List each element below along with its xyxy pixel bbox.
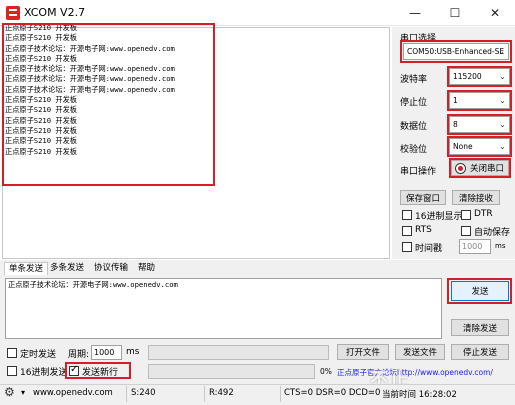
close-port-highlight	[449, 158, 511, 178]
status-separator	[126, 386, 127, 402]
receive-highlight	[2, 23, 215, 186]
status-url[interactable]: www.openedv.com	[33, 388, 113, 398]
port-operation-label: 串口操作	[400, 167, 437, 177]
tab-protocol[interactable]: 协议传输	[90, 262, 132, 275]
send-file-button[interactable]: 发送文件	[395, 344, 445, 360]
stop-send-button[interactable]: 停止发送	[451, 344, 509, 360]
data-bits-highlight	[447, 114, 512, 135]
tab-help[interactable]: 帮助	[134, 262, 159, 275]
status-menu-icon[interactable]: ▾	[21, 388, 25, 397]
progress-percent: 0%	[320, 367, 332, 376]
clear-send-button[interactable]: 清除发送	[451, 319, 509, 336]
baud-label: 波特率	[400, 75, 428, 85]
hex-display-label: 16进制显示	[415, 212, 463, 222]
parity-highlight	[447, 136, 512, 157]
stop-bits-highlight	[447, 90, 512, 111]
status-signals: CTS=0 DSR=0 DCD=0	[284, 388, 381, 398]
forum-link[interactable]: 正点原子官方论坛http://www.openedv.com/	[337, 367, 515, 378]
period-ms-unit: ms	[126, 347, 140, 357]
send-newline-highlight	[65, 362, 131, 379]
status-received-count: R:492	[209, 388, 234, 398]
timed-send-checkbox[interactable]	[7, 348, 17, 358]
tab-single-send[interactable]: 单条发送	[4, 262, 49, 275]
timestamp-interval-input[interactable]: 1000	[459, 239, 491, 254]
timed-send-label: 定时发送	[20, 350, 57, 360]
gear-icon[interactable]: ⚙	[4, 385, 15, 399]
parity-label: 校验位	[400, 145, 428, 155]
status-separator	[280, 386, 281, 402]
timestamp-label: 时间戳	[415, 244, 443, 254]
auto-save-checkbox[interactable]	[461, 226, 471, 236]
tab-multi-send[interactable]: 多条发送	[46, 262, 88, 275]
baud-highlight	[447, 66, 512, 87]
clear-receive-button[interactable]: 清除接收	[452, 190, 500, 205]
send-button-highlight	[447, 278, 512, 304]
minimize-button[interactable]: —	[395, 0, 435, 26]
stop-bits-label: 停止位	[400, 98, 428, 108]
app-icon	[6, 6, 20, 20]
rts-checkbox[interactable]	[402, 226, 412, 236]
timestamp-ms-unit: ms	[495, 242, 506, 250]
hex-send-checkbox[interactable]	[7, 366, 17, 376]
status-time: 当前时间 16:28:02	[382, 390, 457, 400]
dtr-label: DTR	[474, 209, 493, 219]
period-label: 周期:	[68, 350, 90, 360]
send-text-field[interactable]	[148, 345, 329, 360]
hex-display-checkbox[interactable]	[402, 210, 412, 220]
close-button[interactable]: ✕	[475, 0, 515, 26]
window-title: XCOM V2.7	[24, 6, 86, 19]
status-separator	[204, 386, 205, 402]
send-text: 正点原子技术论坛：开源电子网:www.openedv.com	[8, 280, 178, 289]
auto-save-label: 自动保存	[474, 228, 511, 238]
period-input[interactable]: 1000	[91, 345, 122, 360]
port-highlight	[400, 40, 512, 63]
save-window-button[interactable]: 保存窗口	[400, 190, 446, 205]
dtr-checkbox[interactable]	[461, 210, 471, 220]
hex-send-label: 16进制发送	[20, 368, 68, 378]
rts-label: RTS	[415, 225, 432, 235]
timestamp-checkbox[interactable]	[402, 242, 412, 252]
open-file-button[interactable]: 打开文件	[337, 344, 389, 360]
maximize-button[interactable]: ☐	[435, 0, 475, 26]
status-sent-count: S:240	[131, 388, 156, 398]
data-bits-label: 数据位	[400, 122, 428, 132]
send-progress-bar	[148, 364, 315, 379]
